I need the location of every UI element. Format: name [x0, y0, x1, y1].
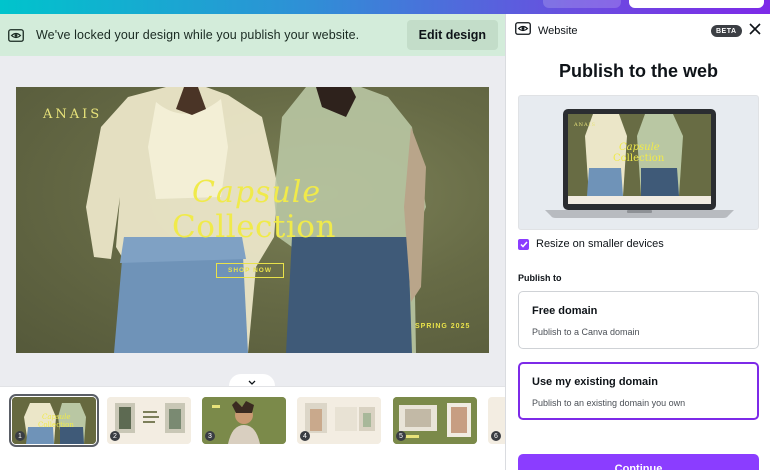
- design-page-preview: ANAIS Capsule Collection SHOP NOW SPRING…: [16, 87, 489, 353]
- option-title: Use my existing domain: [532, 376, 658, 388]
- panel-header: Website BETA: [506, 14, 770, 48]
- brand-logo-text: ANAIS: [43, 107, 103, 122]
- option-title: Free domain: [532, 305, 598, 317]
- eye-icon: [8, 28, 24, 42]
- publish-panel: Website BETA Publish to the web ANAIS Ca…: [505, 14, 770, 470]
- resize-label: Resize on smaller devices: [536, 238, 664, 250]
- headline-line-1: Capsule: [192, 175, 322, 210]
- page-number: 6: [491, 431, 501, 441]
- lock-banner: We've locked your design while you publi…: [0, 14, 505, 56]
- svg-text:Capsule: Capsule: [42, 413, 71, 421]
- existing-domain-option[interactable]: Use my existing domain Publish to an exi…: [518, 362, 759, 420]
- option-subtitle: Publish to an existing domain you own: [532, 398, 686, 408]
- lock-message: We've locked your design while you publi…: [36, 28, 360, 42]
- free-domain-option[interactable]: Free domain Publish to a Canva domain: [518, 291, 759, 349]
- top-toolbar: [0, 0, 770, 14]
- page-thumbnail-1[interactable]: Capsule Collection 1: [9, 394, 99, 447]
- page-thumbnail-4[interactable]: 4: [297, 397, 381, 444]
- toolbar-button[interactable]: [543, 0, 621, 8]
- shop-now-button: SHOP NOW: [216, 263, 284, 278]
- laptop-preview: ANAIS Capsule Collection: [518, 95, 759, 230]
- close-icon[interactable]: [748, 22, 762, 36]
- page-thumbnail-6[interactable]: 6: [488, 397, 505, 444]
- svg-text:Collection: Collection: [613, 153, 665, 164]
- svg-text:ANAIS: ANAIS: [573, 122, 596, 128]
- resize-option[interactable]: Resize on smaller devices: [518, 238, 664, 250]
- panel-title: Publish to the web: [558, 61, 718, 81]
- toolbar-button[interactable]: [629, 0, 764, 8]
- publish-to-label: Publish to: [518, 273, 562, 283]
- option-subtitle: Publish to a Canva domain: [532, 327, 640, 337]
- season-label: SPRING 2025: [415, 323, 471, 330]
- resize-checkbox[interactable]: [518, 238, 529, 250]
- svg-text:Capsule: Capsule: [619, 142, 660, 153]
- canvas-area: ANAIS Capsule Collection SHOP NOW SPRING…: [0, 56, 505, 386]
- page-thumbnail-5[interactable]: 5: [393, 397, 477, 444]
- page-filmstrip: Capsule Collection 1 2 3 4 5 6: [0, 386, 505, 470]
- panel-header-title: Website: [538, 25, 578, 37]
- svg-text:Collection: Collection: [38, 421, 74, 429]
- headline-line-2: Collection: [172, 209, 336, 245]
- page-number: 3: [205, 431, 215, 441]
- website-eye-icon: [515, 22, 531, 40]
- page-number: 4: [300, 431, 310, 441]
- page-number: 2: [110, 431, 120, 441]
- page-number: 5: [396, 431, 406, 441]
- page-thumbnail-3[interactable]: 3: [202, 397, 286, 444]
- edit-design-button[interactable]: Edit design: [406, 20, 498, 50]
- page-thumbnail-2[interactable]: 2: [107, 397, 191, 444]
- laptop-mockup-illustration: ANAIS Capsule Collection: [545, 109, 734, 218]
- beta-badge: BETA: [711, 25, 742, 37]
- page-number: 1: [15, 431, 25, 441]
- continue-button[interactable]: Continue: [518, 454, 759, 470]
